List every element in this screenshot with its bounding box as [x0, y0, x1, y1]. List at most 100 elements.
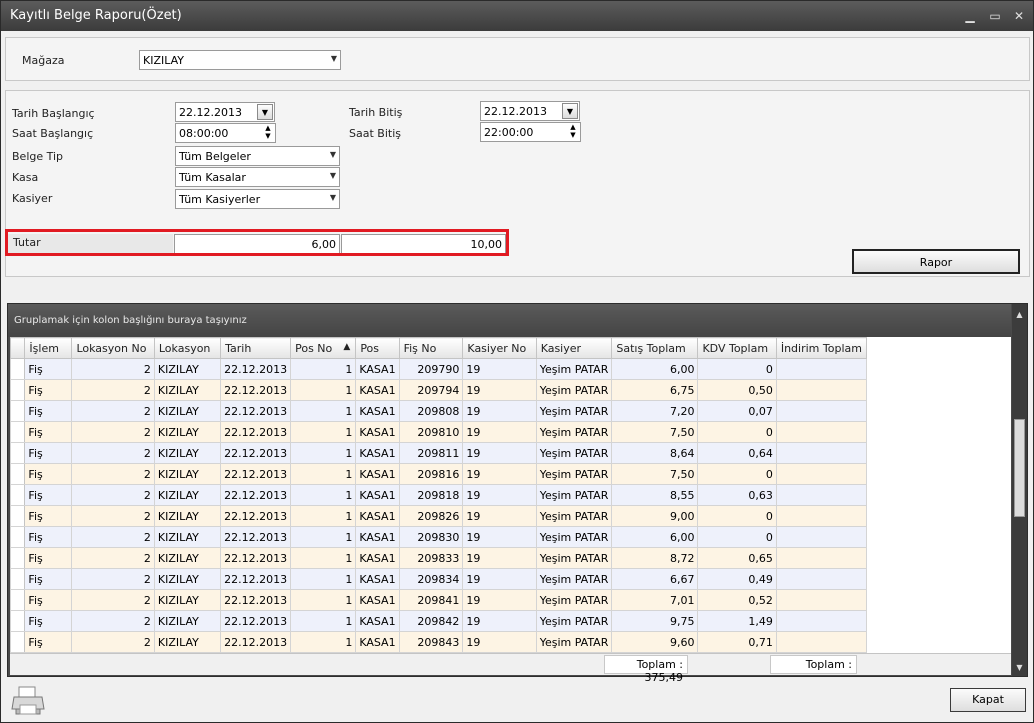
cell-kasiyer-no[interactable]: 19 — [462, 526, 537, 548]
cell-kasiyer-no[interactable]: 19 — [462, 484, 537, 506]
cell-kasiyer[interactable]: Yeşim PATAR — [535, 400, 613, 422]
cell-lokasyon[interactable]: KIZILAY — [153, 358, 222, 380]
col-header-fis-no[interactable]: Fiş No — [398, 337, 464, 359]
cell-fis-no[interactable]: 209841 — [398, 589, 464, 611]
cell-tarih[interactable]: 22.12.2013 — [220, 442, 292, 464]
cell-pos-no[interactable]: 1 — [290, 421, 357, 443]
cell-islem[interactable]: Fiş — [24, 631, 73, 653]
cell-indirim-toplam[interactable] — [775, 568, 867, 590]
row-indicator[interactable] — [9, 505, 26, 527]
cell-kasiyer-no[interactable]: 19 — [462, 463, 537, 485]
cell-satis-toplam[interactable]: 6,75 — [611, 379, 699, 401]
cell-kasiyer[interactable]: Yeşim PATAR — [535, 442, 613, 464]
table-row[interactable]: Fiş 2 KIZILAY 22.12.2013 1 KASA1 209810 19 Yeşim… — [9, 421, 1011, 443]
cell-pos[interactable]: KASA1 — [355, 610, 400, 632]
row-indicator[interactable] — [9, 358, 26, 380]
cell-pos[interactable]: KASA1 — [355, 484, 400, 506]
grid-vertical-scrollbar[interactable]: ▲ ▼ — [1012, 304, 1027, 676]
cell-islem[interactable]: Fiş — [24, 358, 73, 380]
close-button[interactable]: Kapat — [950, 688, 1026, 712]
cell-kasiyer[interactable]: Yeşim PATAR — [535, 421, 613, 443]
cell-tarih[interactable]: 22.12.2013 — [220, 568, 292, 590]
cell-kasiyer-no[interactable]: 19 — [462, 589, 537, 611]
cell-fis-no[interactable]: 209816 — [398, 463, 464, 485]
cell-kdv-toplam[interactable]: 0,71 — [697, 631, 777, 653]
cell-pos-no[interactable]: 1 — [290, 547, 357, 569]
cell-kdv-toplam[interactable]: 0 — [697, 421, 777, 443]
cell-kasiyer[interactable]: Yeşim PATAR — [535, 463, 613, 485]
cell-fis-no[interactable]: 209794 — [398, 379, 464, 401]
cell-indirim-toplam[interactable] — [775, 589, 867, 611]
cell-kdv-toplam[interactable]: 0 — [697, 463, 777, 485]
cell-kdv-toplam[interactable]: 0 — [697, 526, 777, 548]
cell-lokasyon[interactable]: KIZILAY — [153, 568, 222, 590]
cell-kdv-toplam[interactable]: 0 — [697, 358, 777, 380]
cell-pos[interactable]: KASA1 — [355, 421, 400, 443]
row-indicator[interactable] — [9, 442, 26, 464]
cell-islem[interactable]: Fiş — [24, 421, 73, 443]
cell-tarih[interactable]: 22.12.2013 — [220, 610, 292, 632]
store-select[interactable]: KIZILAY ▼ — [139, 50, 341, 70]
cell-lokasyon[interactable]: KIZILAY — [153, 421, 222, 443]
cell-satis-toplam[interactable]: 9,75 — [611, 610, 699, 632]
cell-lokasyon[interactable]: KIZILAY — [153, 484, 222, 506]
cell-pos-no[interactable]: 1 — [290, 631, 357, 653]
cell-satis-toplam[interactable]: 9,00 — [611, 505, 699, 527]
cell-fis-no[interactable]: 209833 — [398, 547, 464, 569]
cell-lokasyon-no[interactable]: 2 — [71, 442, 155, 464]
cell-lokasyon[interactable]: KIZILAY — [153, 547, 222, 569]
cell-pos-no[interactable]: 1 — [290, 505, 357, 527]
cell-indirim-toplam[interactable] — [775, 379, 867, 401]
cell-lokasyon[interactable]: KIZILAY — [153, 505, 222, 527]
end-time-field[interactable]: 22:00:00 ▲ ▼ — [480, 122, 581, 142]
cell-kdv-toplam[interactable]: 0,63 — [697, 484, 777, 506]
cell-kasiyer-no[interactable]: 19 — [462, 631, 537, 653]
row-indicator[interactable] — [9, 568, 26, 590]
cell-satis-toplam[interactable]: 7,50 — [611, 463, 699, 485]
cell-fis-no[interactable]: 209834 — [398, 568, 464, 590]
cell-pos[interactable]: KASA1 — [355, 463, 400, 485]
cell-kasiyer-no[interactable]: 19 — [462, 421, 537, 443]
cell-pos-no[interactable]: 1 — [290, 379, 357, 401]
cell-kasiyer[interactable]: Yeşim PATAR — [535, 505, 613, 527]
cell-satis-toplam[interactable]: 7,01 — [611, 589, 699, 611]
cell-tarih[interactable]: 22.12.2013 — [220, 631, 292, 653]
cashier-select[interactable]: Tüm Kasiyerler ▼ — [175, 189, 340, 209]
cell-pos-no[interactable]: 1 — [290, 568, 357, 590]
table-row[interactable]: Fiş 2 KIZILAY 22.12.2013 1 KASA1 209811 19 Yeşim… — [9, 442, 1011, 464]
cell-indirim-toplam[interactable] — [775, 421, 867, 443]
cell-fis-no[interactable]: 209818 — [398, 484, 464, 506]
start-time-field[interactable]: 08:00:00 ▲ ▼ — [175, 123, 276, 143]
cell-pos-no[interactable]: 1 — [290, 484, 357, 506]
cell-pos-no[interactable]: 1 — [290, 463, 357, 485]
row-indicator[interactable] — [9, 379, 26, 401]
table-row[interactable]: Fiş 2 KIZILAY 22.12.2013 1 KASA1 209833 19 Yeşim… — [9, 547, 1011, 569]
cell-kdv-toplam[interactable]: 0,07 — [697, 400, 777, 422]
cell-pos-no[interactable]: 1 — [290, 358, 357, 380]
row-indicator[interactable] — [9, 589, 26, 611]
cell-satis-toplam[interactable]: 8,64 — [611, 442, 699, 464]
cell-fis-no[interactable]: 209811 — [398, 442, 464, 464]
cell-kdv-toplam[interactable]: 0 — [697, 505, 777, 527]
cell-tarih[interactable]: 22.12.2013 — [220, 547, 292, 569]
cell-fis-no[interactable]: 209843 — [398, 631, 464, 653]
table-row[interactable]: Fiş 2 KIZILAY 22.12.2013 1 KASA1 209794 19 Yeşim… — [9, 379, 1011, 401]
row-indicator[interactable] — [9, 631, 26, 653]
cell-pos-no[interactable]: 1 — [290, 589, 357, 611]
cell-indirim-toplam[interactable] — [775, 547, 867, 569]
close-icon[interactable]: ✕ — [1011, 8, 1027, 24]
printer-icon[interactable] — [11, 685, 45, 717]
cell-kasiyer-no[interactable]: 19 — [462, 505, 537, 527]
cell-satis-toplam[interactable]: 7,20 — [611, 400, 699, 422]
cell-fis-no[interactable]: 209790 — [398, 358, 464, 380]
cell-kasiyer[interactable]: Yeşim PATAR — [535, 526, 613, 548]
cell-fis-no[interactable]: 209810 — [398, 421, 464, 443]
cell-tarih[interactable]: 22.12.2013 — [220, 526, 292, 548]
cell-islem[interactable]: Fiş — [24, 379, 73, 401]
table-row[interactable]: Fiş 2 KIZILAY 22.12.2013 1 KASA1 209841 19 Yeşim… — [9, 589, 1011, 611]
col-header-satis-toplam[interactable]: Satış Toplam — [611, 337, 699, 359]
cell-tarih[interactable]: 22.12.2013 — [220, 421, 292, 443]
cell-tarih[interactable]: 22.12.2013 — [220, 484, 292, 506]
cell-lokasyon[interactable]: KIZILAY — [153, 526, 222, 548]
col-header-lokasyon-no[interactable]: Lokasyon No — [71, 337, 155, 359]
